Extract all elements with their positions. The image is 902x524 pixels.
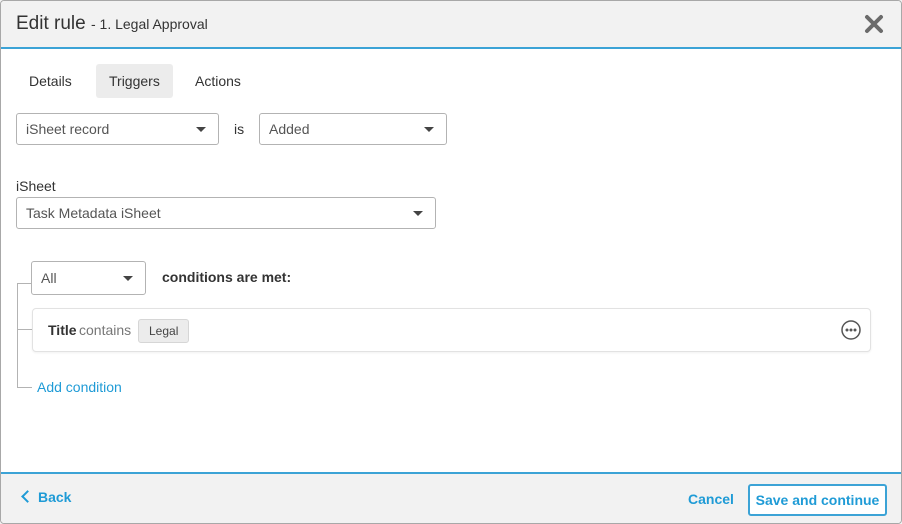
add-condition-link[interactable]: Add condition — [37, 379, 122, 395]
dialog-subtitle: - 1. Legal Approval — [90, 16, 208, 32]
isheet-label: iSheet — [16, 178, 56, 194]
trigger-event-select[interactable]: Added — [259, 113, 447, 145]
condition-more-button[interactable] — [841, 320, 861, 340]
caret-down-icon — [196, 127, 206, 132]
condition-tree-line — [17, 283, 18, 387]
condition-tree-branch — [17, 283, 32, 284]
edit-rule-dialog: Edit rule - 1. Legal Approval Details Tr… — [0, 0, 902, 524]
trigger-event-value: Added — [269, 121, 310, 137]
isheet-value: Task Metadata iSheet — [26, 205, 161, 221]
caret-down-icon — [424, 127, 434, 132]
is-label: is — [234, 121, 245, 137]
dialog-footer: Back Cancel Save and continue — [1, 472, 901, 523]
close-icon — [865, 15, 883, 33]
condition-tree-branch — [17, 329, 32, 330]
caret-down-icon — [123, 276, 133, 281]
back-button[interactable]: Back — [21, 489, 72, 505]
tab-actions[interactable]: Actions — [182, 64, 254, 98]
tab-details[interactable]: Details — [16, 64, 85, 98]
condition-match-select[interactable]: All — [31, 261, 146, 295]
condition-match-value: All — [41, 270, 57, 286]
caret-down-icon — [413, 211, 423, 216]
dialog-header: Edit rule - 1. Legal Approval — [1, 1, 901, 49]
condition-match-label: conditions are met: — [162, 269, 292, 285]
condition-value-chip: Legal — [138, 319, 190, 343]
condition-tree-branch — [17, 387, 32, 388]
chevron-left-icon — [21, 490, 34, 503]
condition-field: Title — [48, 322, 77, 338]
trigger-source-value: iSheet record — [26, 121, 110, 137]
close-button[interactable] — [863, 13, 885, 35]
cancel-button[interactable]: Cancel — [688, 491, 734, 507]
more-options-icon — [841, 320, 861, 340]
save-and-continue-button[interactable]: Save and continue — [748, 484, 887, 516]
condition-operator: contains — [79, 322, 132, 338]
trigger-source-select[interactable]: iSheet record — [16, 113, 219, 145]
dialog-title: Edit rule - 1. Legal Approval — [16, 13, 208, 35]
condition-item[interactable]: Title contains Legal — [32, 308, 871, 352]
back-label: Back — [38, 489, 72, 505]
dialog-title-text: Edit rule — [16, 13, 86, 34]
tab-triggers[interactable]: Triggers — [96, 64, 173, 98]
isheet-select[interactable]: Task Metadata iSheet — [16, 197, 436, 229]
